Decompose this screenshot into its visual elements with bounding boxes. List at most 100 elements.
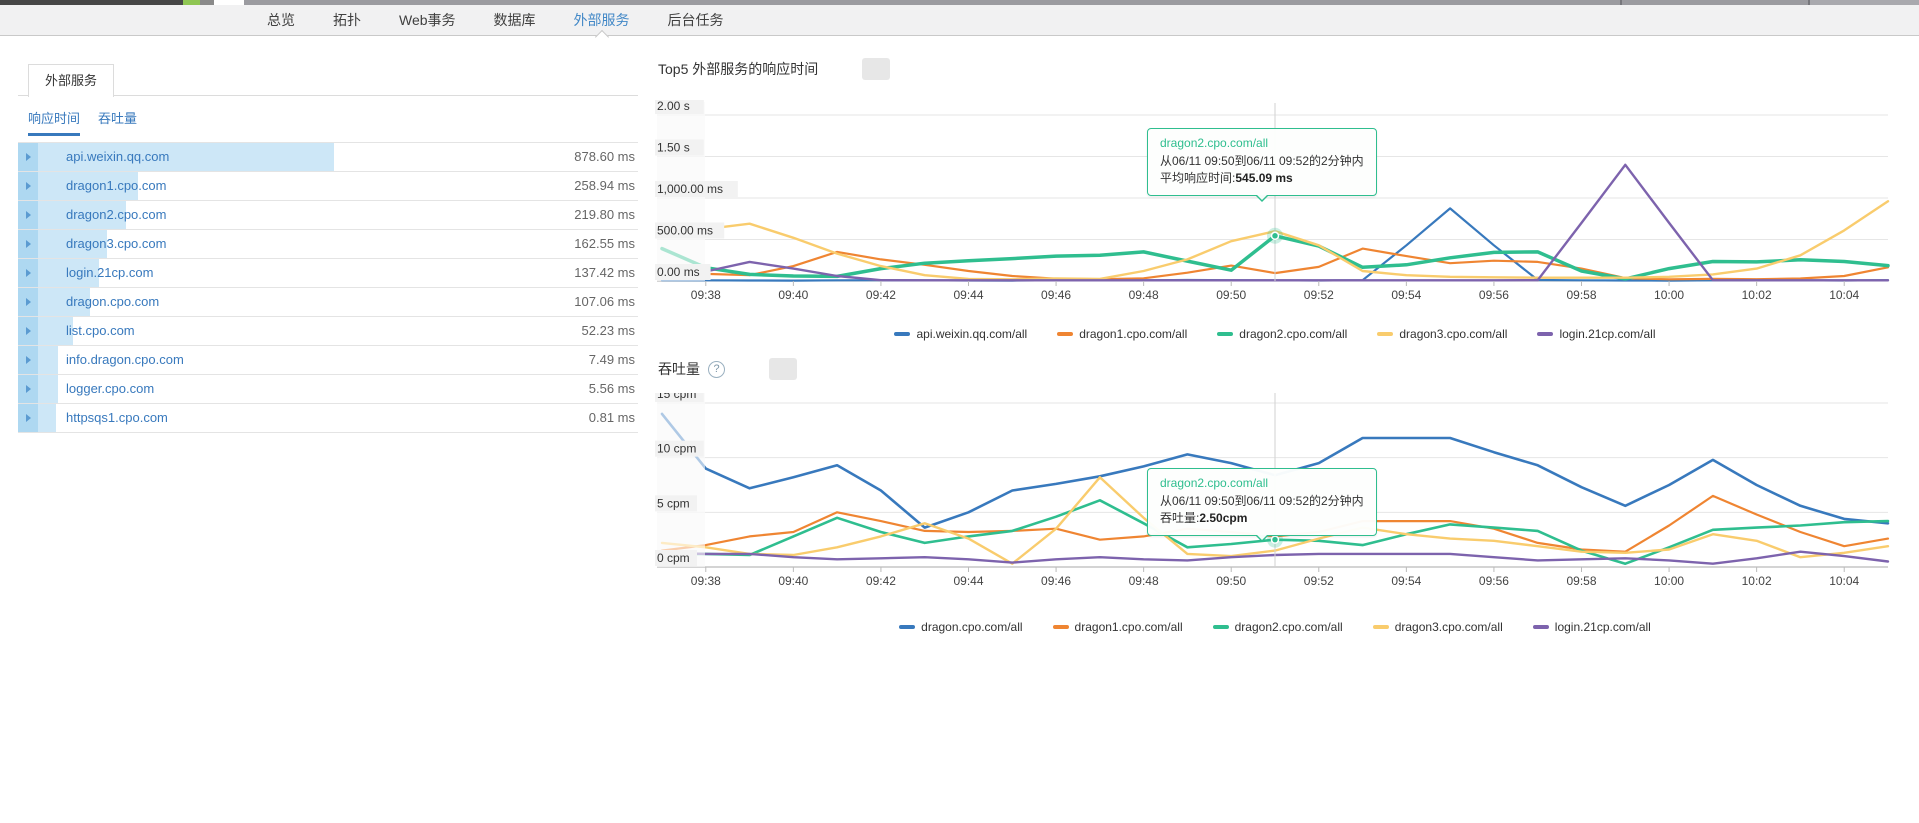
service-value: 258.94 ms <box>574 172 635 200</box>
svg-text:09:44: 09:44 <box>953 574 983 588</box>
svg-text:09:50: 09:50 <box>1216 574 1246 588</box>
service-row[interactable]: login.21cp.com 137.42 ms <box>18 259 638 288</box>
nav-tab-总览[interactable]: 总览 <box>248 5 314 36</box>
legend-swatch <box>1217 332 1233 336</box>
expand-arrow-icon[interactable] <box>26 211 31 219</box>
expand-arrow-icon[interactable] <box>26 240 31 248</box>
expand-arrow-icon[interactable] <box>26 182 31 190</box>
service-name-link[interactable]: dragon3.cpo.com <box>66 230 166 258</box>
line-chart-icon[interactable] <box>862 58 890 80</box>
expand-arrow-icon[interactable] <box>26 269 31 277</box>
service-row[interactable]: api.weixin.qq.com878.60 ms <box>18 143 638 172</box>
service-value: 0.81 ms <box>589 404 635 432</box>
nav-tab-Web事务[interactable]: Web事务 <box>380 5 475 36</box>
legend-item[interactable]: login.21cp.com/all <box>1537 327 1655 341</box>
chart-title: Top5 外部服务的响应时间 <box>658 59 818 79</box>
service-name-link[interactable]: login.21cp.com <box>66 259 153 287</box>
legend-label: dragon.cpo.com/all <box>921 620 1022 634</box>
service-name-link[interactable]: dragon1.cpo.com <box>66 172 166 200</box>
nav-tab-后台任务[interactable]: 后台任务 <box>649 5 743 36</box>
legend-item[interactable]: dragon3.cpo.com/all <box>1377 327 1507 341</box>
service-value: 107.06 ms <box>574 288 635 316</box>
nav-tab-数据库[interactable]: 数据库 <box>475 5 555 36</box>
legend-item[interactable]: dragon1.cpo.com/all <box>1057 327 1187 341</box>
service-name-link[interactable]: httpsqs1.cpo.com <box>66 404 168 432</box>
svg-text:09:48: 09:48 <box>1129 574 1159 588</box>
legend-item[interactable]: dragon3.cpo.com/all <box>1373 620 1503 634</box>
legend-swatch <box>1213 625 1229 629</box>
legend-item[interactable]: dragon1.cpo.com/all <box>1053 620 1183 634</box>
service-name-link[interactable]: list.cpo.com <box>66 317 135 345</box>
expand-arrow-icon[interactable] <box>26 385 31 393</box>
service-row[interactable]: info.dragon.cpo.com7.49 ms <box>18 346 638 375</box>
service-name-link[interactable]: info.dragon.cpo.com <box>66 346 184 374</box>
chart-tooltip: dragon2.cpo.com/all 从06/11 09:50到06/11 0… <box>1147 128 1377 196</box>
tooltip-time-range: 从06/11 09:50到06/11 09:52的2分钟内 <box>1160 493 1364 510</box>
service-row[interactable]: list.cpo.com52.23 ms <box>18 317 638 346</box>
svg-text:09:42: 09:42 <box>866 288 896 302</box>
legend-item[interactable]: dragon2.cpo.com/all <box>1217 327 1347 341</box>
throughput-chart-card: 吞吐量 ? dragon2.cpo.com/all 从06/11 09:50到0… <box>655 352 1895 652</box>
legend-swatch <box>894 332 910 336</box>
tooltip-time-range: 从06/11 09:50到06/11 09:52的2分钟内 <box>1160 153 1364 170</box>
nav-tab-拓扑[interactable]: 拓扑 <box>314 5 380 36</box>
expand-arrow-icon[interactable] <box>26 327 31 335</box>
subtab-吞吐量[interactable]: 吞吐量 <box>98 108 137 136</box>
expand-arrow-icon[interactable] <box>26 298 31 306</box>
service-row[interactable]: dragon1.cpo.com 258.94 ms <box>18 172 638 201</box>
help-icon[interactable]: ? <box>708 361 725 378</box>
chart-tooltip: dragon2.cpo.com/all 从06/11 09:50到06/11 0… <box>1147 468 1377 536</box>
service-row[interactable]: dragon.cpo.com 107.06 ms <box>18 288 638 317</box>
svg-text:10:00: 10:00 <box>1654 288 1684 302</box>
legend-label: dragon1.cpo.com/all <box>1079 327 1187 341</box>
active-tab-notch <box>594 29 608 43</box>
svg-text:09:40: 09:40 <box>778 288 808 302</box>
legend-label: login.21cp.com/all <box>1559 327 1655 341</box>
service-value: 137.42 ms <box>574 259 635 287</box>
service-name-link[interactable]: logger.cpo.com <box>66 375 154 403</box>
area-chart-icon[interactable] <box>733 358 761 380</box>
svg-text:0.00 ms: 0.00 ms <box>657 265 700 279</box>
svg-text:09:42: 09:42 <box>866 574 896 588</box>
panel-tab-external-services[interactable]: 外部服务 <box>28 64 114 97</box>
service-row[interactable]: dragon3.cpo.com 162.55 ms <box>18 230 638 259</box>
area-chart-icon[interactable] <box>826 58 854 80</box>
expand-arrow-icon[interactable] <box>26 356 31 364</box>
service-name-link[interactable]: dragon2.cpo.com <box>66 201 166 229</box>
line-chart-icon[interactable] <box>769 358 797 380</box>
nav-tab-外部服务[interactable]: 外部服务 <box>555 5 649 36</box>
service-name-link[interactable]: api.weixin.qq.com <box>66 143 169 171</box>
svg-text:10:02: 10:02 <box>1742 574 1772 588</box>
svg-text:500.00 ms: 500.00 ms <box>657 224 713 238</box>
svg-text:09:48: 09:48 <box>1129 288 1159 302</box>
tooltip-series-name: dragon2.cpo.com/all <box>1160 476 1364 490</box>
expand-arrow-icon[interactable] <box>26 153 31 161</box>
svg-text:15 cpm: 15 cpm <box>657 393 696 401</box>
service-value: 162.55 ms <box>574 230 635 258</box>
legend-swatch <box>1053 625 1069 629</box>
svg-text:0 cpm: 0 cpm <box>657 551 690 565</box>
service-row[interactable]: dragon2.cpo.com219.80 ms <box>18 201 638 230</box>
svg-text:09:54: 09:54 <box>1391 288 1421 302</box>
service-value: 5.56 ms <box>589 375 635 403</box>
expand-arrow-icon[interactable] <box>26 414 31 422</box>
panel-subtabs: 响应时间吞吐量 <box>28 108 137 136</box>
legend-label: dragon3.cpo.com/all <box>1395 620 1503 634</box>
svg-text:1.50 s: 1.50 s <box>657 141 690 155</box>
service-list: api.weixin.qq.com878.60 msdragon1.cpo.co… <box>18 142 638 433</box>
legend-label: dragon1.cpo.com/all <box>1075 620 1183 634</box>
legend-swatch <box>899 625 915 629</box>
service-name-link[interactable]: dragon.cpo.com <box>66 288 159 316</box>
legend-label: api.weixin.qq.com/all <box>916 327 1027 341</box>
svg-text:09:46: 09:46 <box>1041 574 1071 588</box>
service-row[interactable]: logger.cpo.com 5.56 ms <box>18 375 638 404</box>
legend-item[interactable]: dragon2.cpo.com/all <box>1213 620 1343 634</box>
legend-label: login.21cp.com/all <box>1555 620 1651 634</box>
svg-text:09:56: 09:56 <box>1479 288 1509 302</box>
subtab-响应时间[interactable]: 响应时间 <box>28 108 80 136</box>
service-row[interactable]: httpsqs1.cpo.com 0.81 ms <box>18 404 638 433</box>
legend-item[interactable]: login.21cp.com/all <box>1533 620 1651 634</box>
legend-item[interactable]: api.weixin.qq.com/all <box>894 327 1027 341</box>
legend-label: dragon2.cpo.com/all <box>1235 620 1343 634</box>
legend-item[interactable]: dragon.cpo.com/all <box>899 620 1022 634</box>
